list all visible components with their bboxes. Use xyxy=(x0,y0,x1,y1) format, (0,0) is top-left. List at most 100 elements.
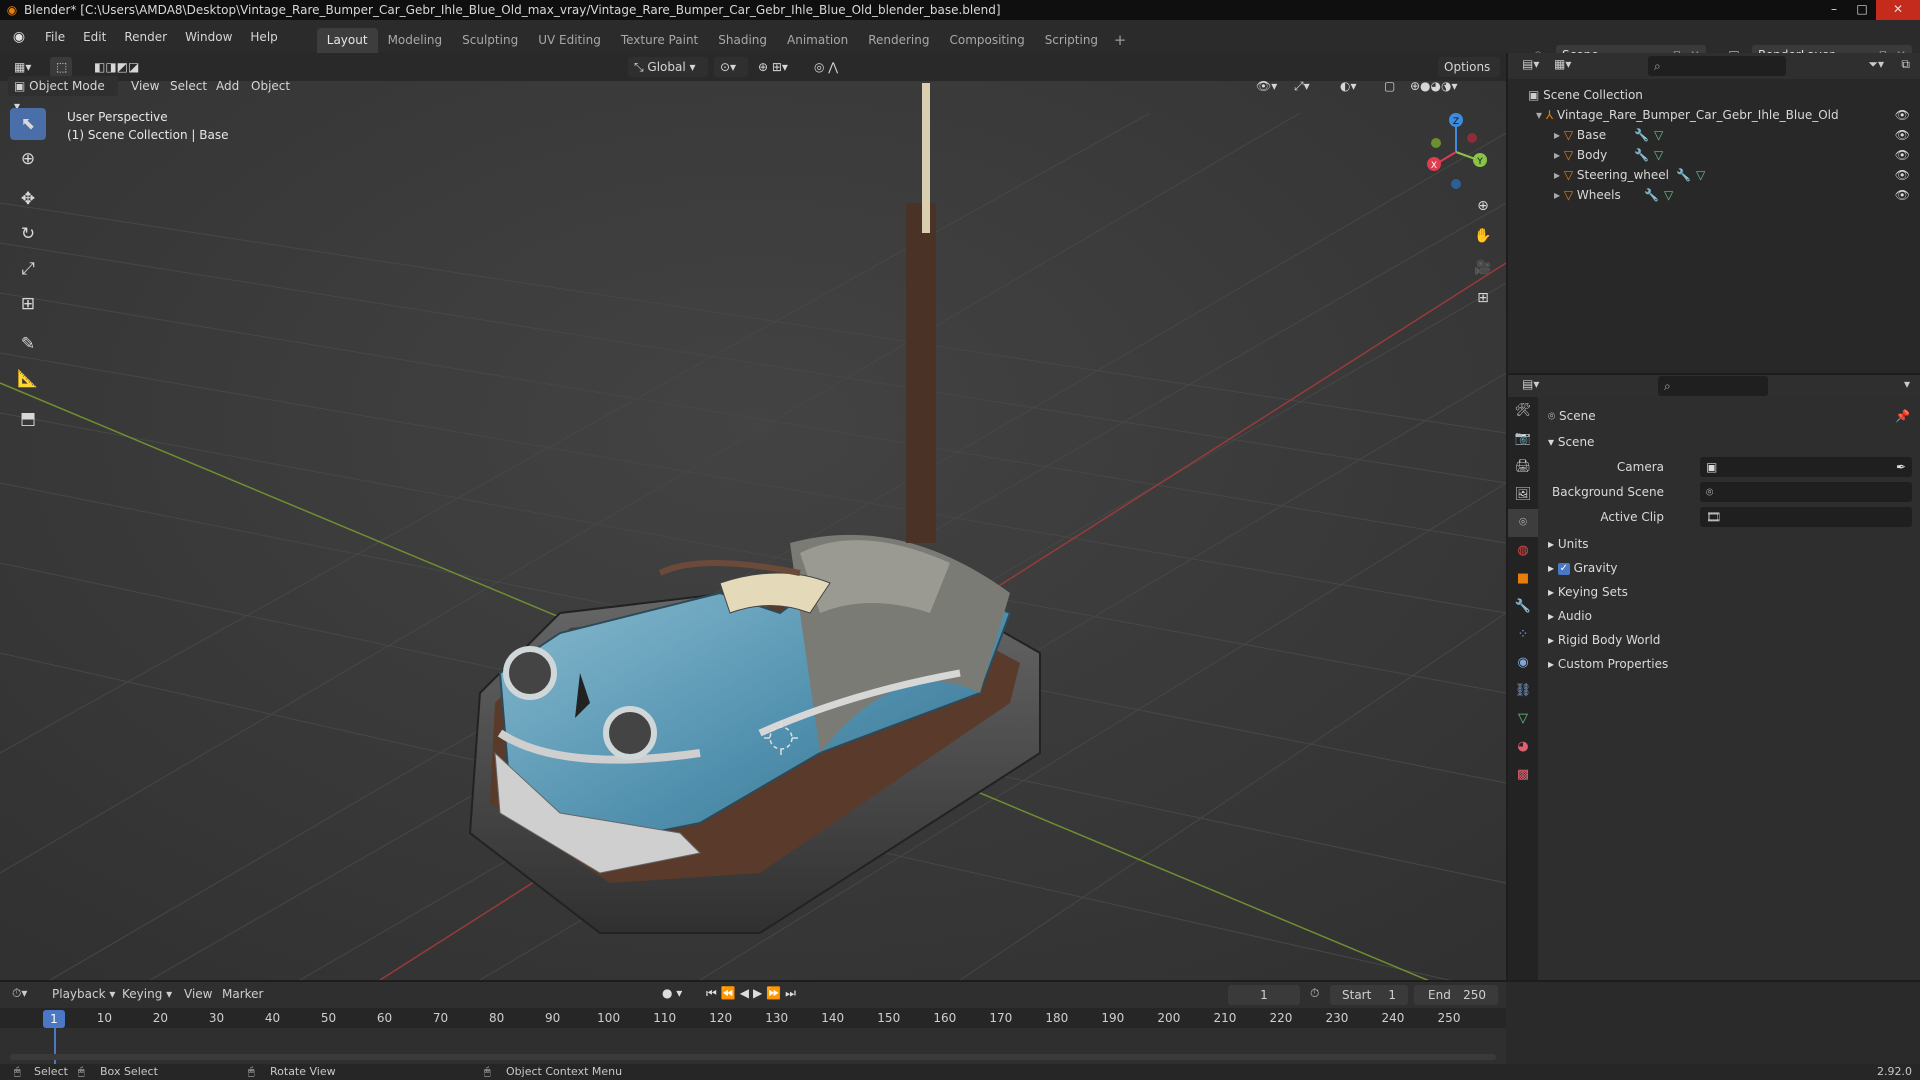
world-tab-icon[interactable]: ◍ xyxy=(1508,537,1538,565)
object-tab-icon[interactable]: ■ xyxy=(1508,565,1538,593)
pan-hand-icon[interactable]: ✋ xyxy=(1470,223,1496,249)
3d-viewport[interactable]: ▦▾ ⬚ ◧◨◩◪ ⤡ Global ▾ ⊙▾ ⊕ ⊞▾ ◎ ⋀ Options… xyxy=(0,53,1506,980)
maximize-button[interactable]: □ xyxy=(1848,0,1876,20)
modifier-wrench-icon[interactable]: 🔧 xyxy=(1634,145,1649,165)
blender-logo-icon[interactable]: ◉ xyxy=(10,28,28,46)
render-tab-icon[interactable]: 📷 xyxy=(1508,425,1538,453)
view-layer-tab-icon[interactable]: 🖼 xyxy=(1508,481,1538,509)
properties-options-icon[interactable]: ▾ xyxy=(1904,377,1910,391)
tab-shading[interactable]: Shading xyxy=(708,28,777,53)
outliner-row-parent-object[interactable]: ▾ ⅄ Vintage_Rare_Bumper_Car_Gebr_Ihle_Bl… xyxy=(1536,105,1920,125)
expand-arrow-icon[interactable]: ▾ xyxy=(1536,108,1546,122)
close-button[interactable]: ✕ xyxy=(1876,0,1920,20)
timeline-track-area[interactable] xyxy=(0,1028,1506,1064)
timeline-ruler[interactable]: 1 10 20 30 40 50 60 70 80 90 100 110 120 130 140 150 160… xyxy=(0,1008,1506,1028)
timeline-scrollbar[interactable] xyxy=(10,1054,1496,1060)
active-clip-field[interactable]: 🎞 xyxy=(1700,507,1912,527)
mesh-data-icon[interactable]: ▽ xyxy=(1654,145,1663,165)
modifier-wrench-icon[interactable]: 🔧 xyxy=(1644,185,1659,205)
physics-tab-icon[interactable]: ◉ xyxy=(1508,649,1538,677)
menu-select[interactable]: Select xyxy=(170,76,207,96)
timeline-view-menu[interactable]: View xyxy=(184,987,212,1001)
menu-file[interactable]: File xyxy=(36,26,74,48)
visibility-icon[interactable]: 👁▾ xyxy=(1250,76,1284,96)
playback-menu[interactable]: Playback ▾ xyxy=(52,987,115,1001)
outliner-row-body[interactable]: ▸ ▽ Body 🔧 ▽ 👁 xyxy=(1554,145,1920,165)
outliner-row-base[interactable]: ▸ ▽ Base 🔧 ▽ 👁 xyxy=(1554,125,1920,145)
outliner-row-wheels[interactable]: ▸ ▽ Wheels 🔧 ▽ 👁 xyxy=(1554,185,1920,205)
modifier-wrench-icon[interactable]: 🔧 xyxy=(1634,125,1649,145)
collapse-arrow-icon[interactable]: ▸ xyxy=(1554,148,1564,162)
background-scene-field[interactable]: ⌾ xyxy=(1700,482,1912,502)
clock-icon[interactable]: ⏱ xyxy=(1310,986,1319,1001)
data-tab-icon[interactable]: ▽ xyxy=(1508,705,1538,733)
keying-sets-section[interactable]: ▸ Keying Sets xyxy=(1538,581,1920,603)
menu-add[interactable]: Add xyxy=(216,76,239,96)
visibility-eye-icon[interactable]: 👁 xyxy=(1895,185,1910,205)
visibility-eye-icon[interactable]: 👁 xyxy=(1895,145,1910,165)
shading-mode-icons[interactable]: ⊕●◕◑▾ xyxy=(1404,76,1496,96)
outliner-row-scene-collection[interactable]: ▣ Scene Collection xyxy=(1528,85,1920,105)
custom-properties-section[interactable]: ▸ Custom Properties xyxy=(1538,653,1920,675)
annotate-tool-icon[interactable]: ✎ xyxy=(10,328,46,360)
particles-tab-icon[interactable]: ⁘ xyxy=(1508,621,1538,649)
tool-tab-icon[interactable]: 🛠 xyxy=(1508,397,1538,425)
eyedropper-icon[interactable]: ✒ xyxy=(1896,456,1906,478)
visibility-eye-icon[interactable]: 👁 xyxy=(1895,125,1910,145)
menu-object[interactable]: Object xyxy=(251,76,290,96)
display-mode-icon[interactable]: ▦▾ xyxy=(1554,57,1571,71)
mesh-data-icon[interactable]: ▽ xyxy=(1696,165,1705,185)
current-frame-marker[interactable]: 1 xyxy=(43,1010,65,1028)
current-frame-field[interactable]: 1 xyxy=(1228,985,1300,1005)
transform-tool-icon[interactable]: ⊞ xyxy=(10,288,46,320)
marker-menu[interactable]: Marker xyxy=(222,987,263,1001)
scene-panel-header[interactable]: ▾ Scene xyxy=(1538,431,1920,453)
rotate-tool-icon[interactable]: ↻ xyxy=(10,218,46,250)
timeline-editor-icon[interactable]: ⏱▾ xyxy=(12,986,27,1001)
select-box-tool-icon[interactable]: ⬉ xyxy=(10,108,46,140)
tab-compositing[interactable]: Compositing xyxy=(939,28,1034,53)
collapse-arrow-icon[interactable]: ▸ xyxy=(1554,188,1564,202)
material-tab-icon[interactable]: ◕ xyxy=(1508,733,1538,761)
constraints-tab-icon[interactable]: ⛓ xyxy=(1508,677,1538,705)
tab-sculpting[interactable]: Sculpting xyxy=(452,28,528,53)
visibility-eye-icon[interactable]: 👁 xyxy=(1895,165,1910,185)
ortho-grid-icon[interactable]: ⊞ xyxy=(1470,285,1496,311)
rigid-body-world-section[interactable]: ▸ Rigid Body World xyxy=(1538,629,1920,651)
properties-search-input[interactable]: ⌕ xyxy=(1658,376,1768,396)
minimize-button[interactable]: – xyxy=(1820,0,1848,20)
zoom-icon[interactable]: ⊕ xyxy=(1470,193,1496,219)
outliner-search-input[interactable]: ⌕ xyxy=(1648,56,1786,76)
audio-section[interactable]: ▸ Audio xyxy=(1538,605,1920,627)
menu-window[interactable]: Window xyxy=(176,26,241,48)
tab-rendering[interactable]: Rendering xyxy=(858,28,939,53)
keying-menu[interactable]: Keying ▾ xyxy=(122,987,172,1001)
units-section[interactable]: ▸ Units xyxy=(1538,533,1920,555)
xray-icon[interactable]: ▢ xyxy=(1378,76,1398,96)
measure-tool-icon[interactable]: 📐 xyxy=(10,363,46,395)
outliner-editor-icon[interactable]: ▤▾ xyxy=(1522,57,1539,71)
menu-render[interactable]: Render xyxy=(115,26,176,48)
properties-editor-icon[interactable]: ▤▾ xyxy=(1522,377,1539,391)
tab-layout[interactable]: Layout xyxy=(316,28,378,53)
cursor-tool-icon[interactable]: ⊕ xyxy=(10,143,46,175)
scale-tool-icon[interactable]: ⤢ xyxy=(10,253,46,285)
move-tool-icon[interactable]: ✥ xyxy=(10,183,46,215)
start-frame-field[interactable]: Start 1 xyxy=(1330,985,1408,1005)
record-icon[interactable]: ● ▾ xyxy=(662,986,682,1000)
add-cube-tool-icon[interactable]: ⬒ xyxy=(10,403,46,435)
tab-animation[interactable]: Animation xyxy=(777,28,858,53)
outliner-row-steering-wheel[interactable]: ▸ ▽ Steering_wheel 🔧 ▽ 👁 xyxy=(1554,165,1920,185)
filter-icon[interactable]: ⏷▾ xyxy=(1868,57,1884,72)
tab-uv-editing[interactable]: UV Editing xyxy=(528,28,611,53)
object-mode-dropdown[interactable]: ▣ Object Mode ▾ xyxy=(8,76,118,113)
scene-tab-icon[interactable]: ⌾ xyxy=(1508,509,1538,537)
overlays-icon[interactable]: ◐▾ xyxy=(1334,76,1372,96)
mesh-data-icon[interactable]: ▽ xyxy=(1654,125,1663,145)
camera-view-icon[interactable]: 🎥 xyxy=(1470,255,1496,281)
gravity-section[interactable]: ▸ ✓ Gravity xyxy=(1538,557,1920,579)
gizmo-toggle-icon[interactable]: ⤢▾ xyxy=(1288,76,1332,96)
modifier-wrench-icon[interactable]: 🔧 xyxy=(1676,165,1691,185)
mesh-data-icon[interactable]: ▽ xyxy=(1664,185,1673,205)
playback-controls-icons[interactable]: ⏮⏪◀▶⏩⏭ xyxy=(706,986,800,1001)
